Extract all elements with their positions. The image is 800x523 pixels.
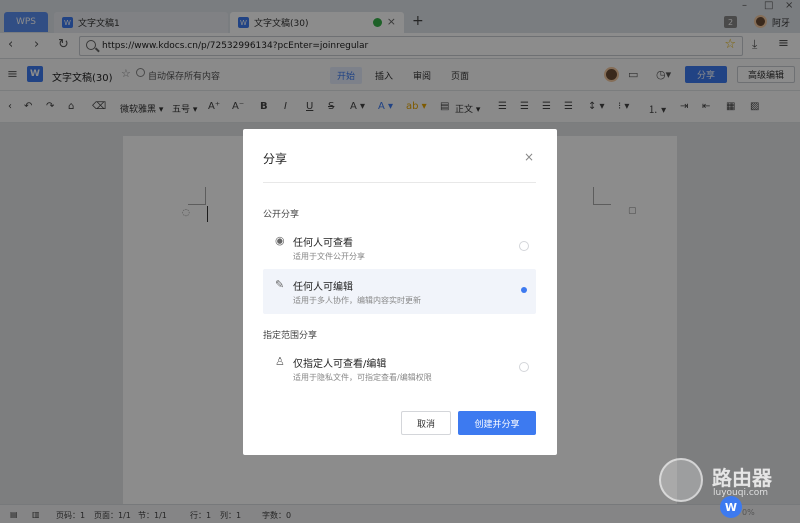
pencil-icon: ✎: [275, 278, 285, 291]
share-dialog: 分享 × 公开分享 ◉ 任何人可查看 适用于文件公开分享 ✎ 任何人可编辑 适用…: [243, 129, 557, 455]
divider: [263, 182, 536, 183]
radio-anyone-view[interactable]: [519, 241, 529, 251]
cancel-button[interactable]: 取消: [401, 411, 451, 435]
radio-specific-people[interactable]: [519, 362, 529, 372]
option-desc: 适用于多人协作，编辑内容实时更新: [293, 296, 421, 305]
person-icon: ♙: [275, 355, 285, 368]
option-anyone-view[interactable]: ◉ 任何人可查看 适用于文件公开分享: [263, 225, 536, 270]
section-restricted-label: 指定范围分享: [263, 331, 318, 341]
watermark-text: 路由器: [712, 466, 772, 490]
radio-anyone-edit[interactable]: [519, 285, 529, 295]
router-watermark-icon: [659, 458, 703, 502]
option-anyone-edit[interactable]: ✎ 任何人可编辑 适用于多人协作，编辑内容实时更新: [263, 269, 536, 314]
option-specific-people[interactable]: ♙ 仅指定人可查看/编辑 适用于隐私文件，可指定查看/编辑权限: [263, 346, 536, 391]
section-public-label: 公开分享: [263, 210, 300, 220]
zoom-level[interactable]: 0%: [742, 508, 755, 517]
option-title: 任何人可查看: [293, 238, 353, 249]
dialog-title: 分享: [263, 152, 288, 166]
option-desc: 适用于文件公开分享: [293, 252, 365, 261]
eye-icon: ◉: [275, 234, 285, 247]
option-title: 仅指定人可查看/编辑: [293, 359, 387, 370]
option-title: 任何人可编辑: [293, 282, 353, 293]
option-desc: 适用于隐私文件，可指定查看/编辑权限: [293, 373, 432, 382]
create-and-share-button[interactable]: 创建并分享: [458, 411, 536, 435]
watermark-url: luyouqi.com: [713, 488, 769, 498]
wps-floating-icon[interactable]: W: [720, 496, 742, 518]
close-icon[interactable]: ×: [524, 150, 534, 164]
